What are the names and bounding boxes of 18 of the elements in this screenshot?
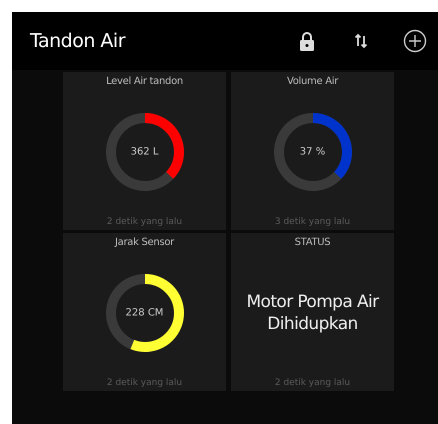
- updated-time: 2 detik yang lalu: [106, 378, 182, 388]
- status-text: Motor Pompa Air Dihidupkan: [245, 290, 380, 336]
- widget-card[interactable]: Volume Air 37 % 3 detik yang lalu: [231, 72, 394, 230]
- gauge-value: 362 L: [130, 146, 158, 158]
- widget-title: STATUS: [294, 237, 330, 248]
- gauge-value: 37 %: [300, 146, 326, 158]
- app-title: Tandon Air: [30, 30, 126, 52]
- gauge-value: 228 CM: [126, 308, 164, 318]
- widget-title: Volume Air: [286, 76, 338, 87]
- widget-card[interactable]: STATUS Motor Pompa Air Dihidupkan 2 detik yang lalu: [231, 233, 394, 391]
- widget-card[interactable]: Level Air tandon 362 L 2 detik yang lalu: [63, 72, 226, 230]
- widget-title: Jarak Sensor: [115, 237, 174, 248]
- widget-card[interactable]: Jarak Sensor 228 CM 2 detik yang lalu: [63, 233, 226, 391]
- widget-title: Level Air tandon: [106, 76, 183, 87]
- updated-time: 2 detik yang lalu: [274, 378, 350, 388]
- add-icon[interactable]: [402, 28, 428, 54]
- updated-time: 3 detik yang lalu: [274, 217, 350, 227]
- updated-time: 2 detik yang lalu: [106, 217, 182, 227]
